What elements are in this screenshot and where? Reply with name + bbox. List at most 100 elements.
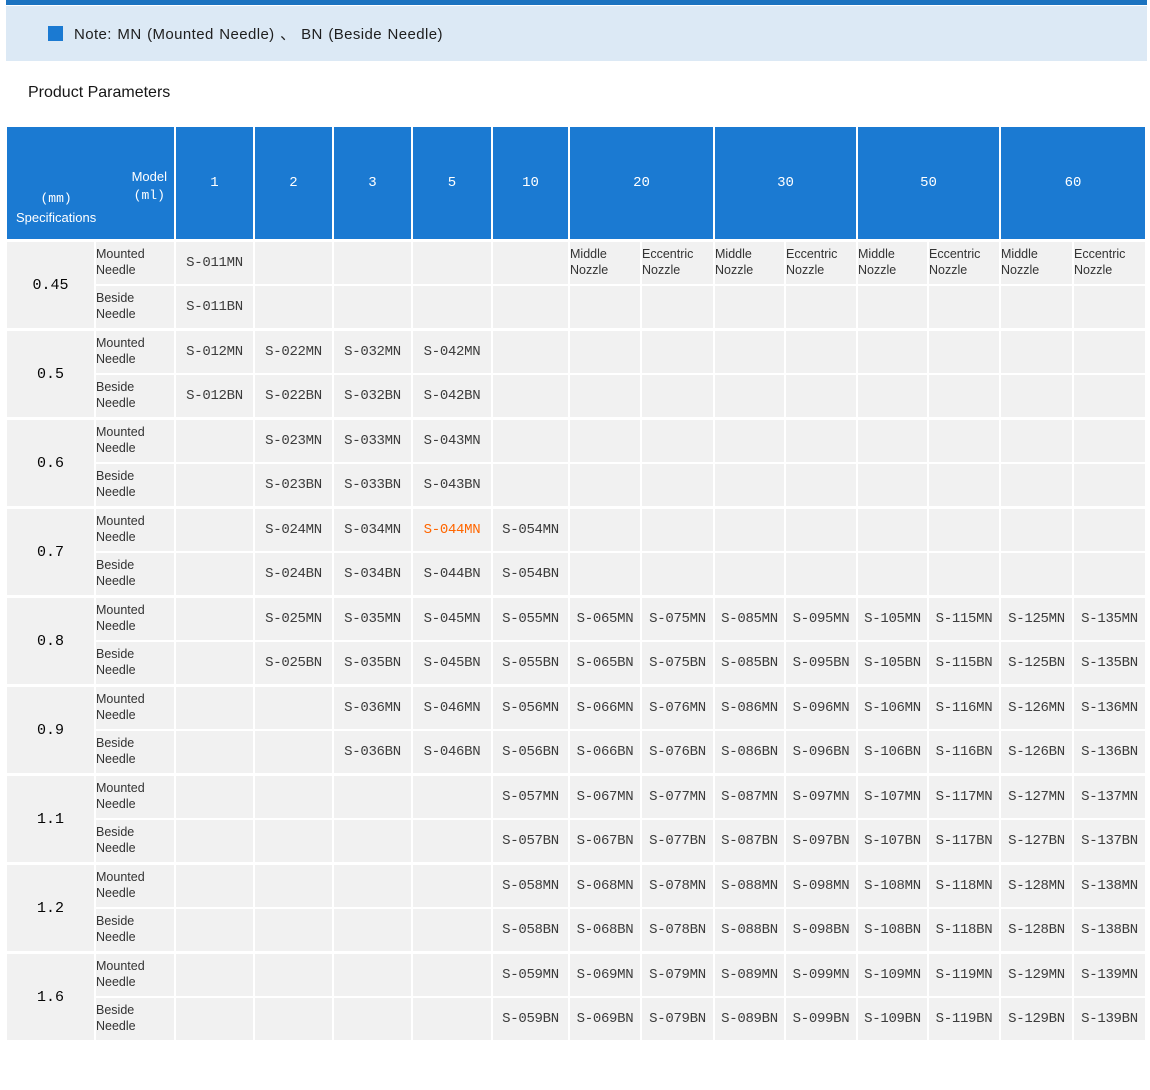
model-code-cell bbox=[175, 819, 254, 864]
model-code-cell: S-135MN bbox=[1073, 597, 1146, 642]
model-code-cell bbox=[1000, 330, 1073, 375]
model-code-cell: S-126BN bbox=[1000, 730, 1073, 775]
model-code-cell bbox=[333, 285, 412, 330]
model-code-cell: S-057BN bbox=[492, 819, 569, 864]
model-code-cell bbox=[641, 285, 714, 330]
model-code-cell bbox=[333, 908, 412, 953]
spec-value: 0.5 bbox=[6, 330, 95, 419]
nozzle-subheader: Eccentric Nozzle bbox=[928, 241, 1000, 286]
model-code-cell bbox=[1073, 463, 1146, 508]
model-code-cell bbox=[492, 419, 569, 464]
model-code-cell: S-118MN bbox=[928, 864, 1000, 909]
model-code-cell: S-108BN bbox=[857, 908, 928, 953]
nozzle-subheader: Middle Nozzle bbox=[1000, 241, 1073, 286]
table-row: 1.2Mounted NeedleS-058MNS-068MNS-078MNS-… bbox=[6, 864, 1146, 909]
model-code-cell bbox=[1073, 552, 1146, 597]
table-row: Beside NeedleS-058BNS-068BNS-078BNS-088B… bbox=[6, 908, 1146, 953]
model-code-cell bbox=[1073, 374, 1146, 419]
model-code-cell: S-098BN bbox=[785, 908, 857, 953]
table-row: 0.6Mounted NeedleS-023MNS-033MNS-043MN bbox=[6, 419, 1146, 464]
model-code-cell: S-108MN bbox=[857, 864, 928, 909]
model-code-cell bbox=[412, 997, 492, 1041]
model-code-cell: S-139BN bbox=[1073, 997, 1146, 1041]
model-code-cell bbox=[254, 819, 333, 864]
model-code-cell: S-089BN bbox=[714, 997, 785, 1041]
nozzle-subheader: Middle Nozzle bbox=[569, 241, 641, 286]
model-code-cell: S-054BN bbox=[492, 552, 569, 597]
model-code-cell: S-105MN bbox=[857, 597, 928, 642]
spec-value: 1.2 bbox=[6, 864, 95, 953]
table-header-row: Model (ml) (mm) Specifications 1 2 3 5 1… bbox=[6, 126, 1146, 241]
beside-needle-label: Beside Needle bbox=[95, 641, 175, 686]
model-code-cell: S-099BN bbox=[785, 997, 857, 1041]
model-code-cell: S-086MN bbox=[714, 686, 785, 731]
volume-header-60: 60 bbox=[1000, 126, 1146, 241]
model-code-cell bbox=[785, 463, 857, 508]
model-code-cell bbox=[254, 908, 333, 953]
model-code-cell: S-128BN bbox=[1000, 908, 1073, 953]
model-code-cell bbox=[857, 419, 928, 464]
model-code-cell bbox=[254, 686, 333, 731]
table-row: Beside NeedleS-057BNS-067BNS-077BNS-087B… bbox=[6, 819, 1146, 864]
model-code-cell: S-025MN bbox=[254, 597, 333, 642]
model-code-cell: S-115MN bbox=[928, 597, 1000, 642]
model-code-cell: S-011BN bbox=[175, 285, 254, 330]
model-code-cell: S-127MN bbox=[1000, 775, 1073, 820]
model-code-cell: S-127BN bbox=[1000, 819, 1073, 864]
note-bullet-icon bbox=[48, 26, 63, 41]
model-code-cell bbox=[175, 997, 254, 1041]
model-code-cell bbox=[254, 241, 333, 286]
model-code-cell: S-035BN bbox=[333, 641, 412, 686]
volume-header-1: 1 bbox=[175, 126, 254, 241]
model-code-cell: S-106BN bbox=[857, 730, 928, 775]
model-code-cell: S-085BN bbox=[714, 641, 785, 686]
model-code-cell bbox=[492, 330, 569, 375]
model-code-cell: S-032BN bbox=[333, 374, 412, 419]
model-code-cell bbox=[857, 285, 928, 330]
model-code-cell: S-059MN bbox=[492, 953, 569, 998]
spec-value: 0.6 bbox=[6, 419, 95, 508]
model-code-cell bbox=[254, 864, 333, 909]
model-code-cell bbox=[175, 775, 254, 820]
model-code-cell bbox=[928, 419, 1000, 464]
model-code-cell: S-076BN bbox=[641, 730, 714, 775]
model-code-cell: S-119BN bbox=[928, 997, 1000, 1041]
table-row: 0.9Mounted NeedleS-036MNS-046MNS-056MNS-… bbox=[6, 686, 1146, 731]
model-code-cell bbox=[1000, 463, 1073, 508]
model-code-cell bbox=[492, 241, 569, 286]
model-code-cell bbox=[785, 285, 857, 330]
model-code-cell: S-054MN bbox=[492, 508, 569, 553]
model-code-cell bbox=[714, 419, 785, 464]
model-code-cell bbox=[1073, 508, 1146, 553]
model-code-cell: S-069MN bbox=[569, 953, 641, 998]
model-code-cell: S-075BN bbox=[641, 641, 714, 686]
model-code-cell: S-087MN bbox=[714, 775, 785, 820]
model-code-cell: S-128MN bbox=[1000, 864, 1073, 909]
model-label: Model bbox=[132, 168, 167, 187]
model-code-cell: S-023MN bbox=[254, 419, 333, 464]
model-code-cell: S-032MN bbox=[333, 330, 412, 375]
model-code-cell: S-106MN bbox=[857, 686, 928, 731]
model-code-cell: S-022MN bbox=[254, 330, 333, 375]
model-code-cell: S-044BN bbox=[412, 552, 492, 597]
model-code-cell: S-024MN bbox=[254, 508, 333, 553]
volume-header-10: 10 bbox=[492, 126, 569, 241]
nozzle-subheader: Eccentric Nozzle bbox=[1073, 241, 1146, 286]
model-code-cell bbox=[785, 419, 857, 464]
model-code-cell bbox=[928, 330, 1000, 375]
model-code-cell: S-105BN bbox=[857, 641, 928, 686]
nozzle-subheader: Middle Nozzle bbox=[714, 241, 785, 286]
model-code-cell bbox=[254, 953, 333, 998]
model-code-cell bbox=[175, 463, 254, 508]
model-code-cell: S-117BN bbox=[928, 819, 1000, 864]
mounted-needle-label: Mounted Needle bbox=[95, 953, 175, 998]
nozzle-subheader: Eccentric Nozzle bbox=[641, 241, 714, 286]
model-code-cell bbox=[254, 730, 333, 775]
model-code-cell bbox=[333, 864, 412, 909]
model-code-cell: S-058BN bbox=[492, 908, 569, 953]
model-code-cell: S-065MN bbox=[569, 597, 641, 642]
table-row: Beside NeedleS-036BNS-046BNS-056BNS-066B… bbox=[6, 730, 1146, 775]
model-code-cell: S-056BN bbox=[492, 730, 569, 775]
model-code-cell: S-095MN bbox=[785, 597, 857, 642]
model-code-cell bbox=[412, 241, 492, 286]
